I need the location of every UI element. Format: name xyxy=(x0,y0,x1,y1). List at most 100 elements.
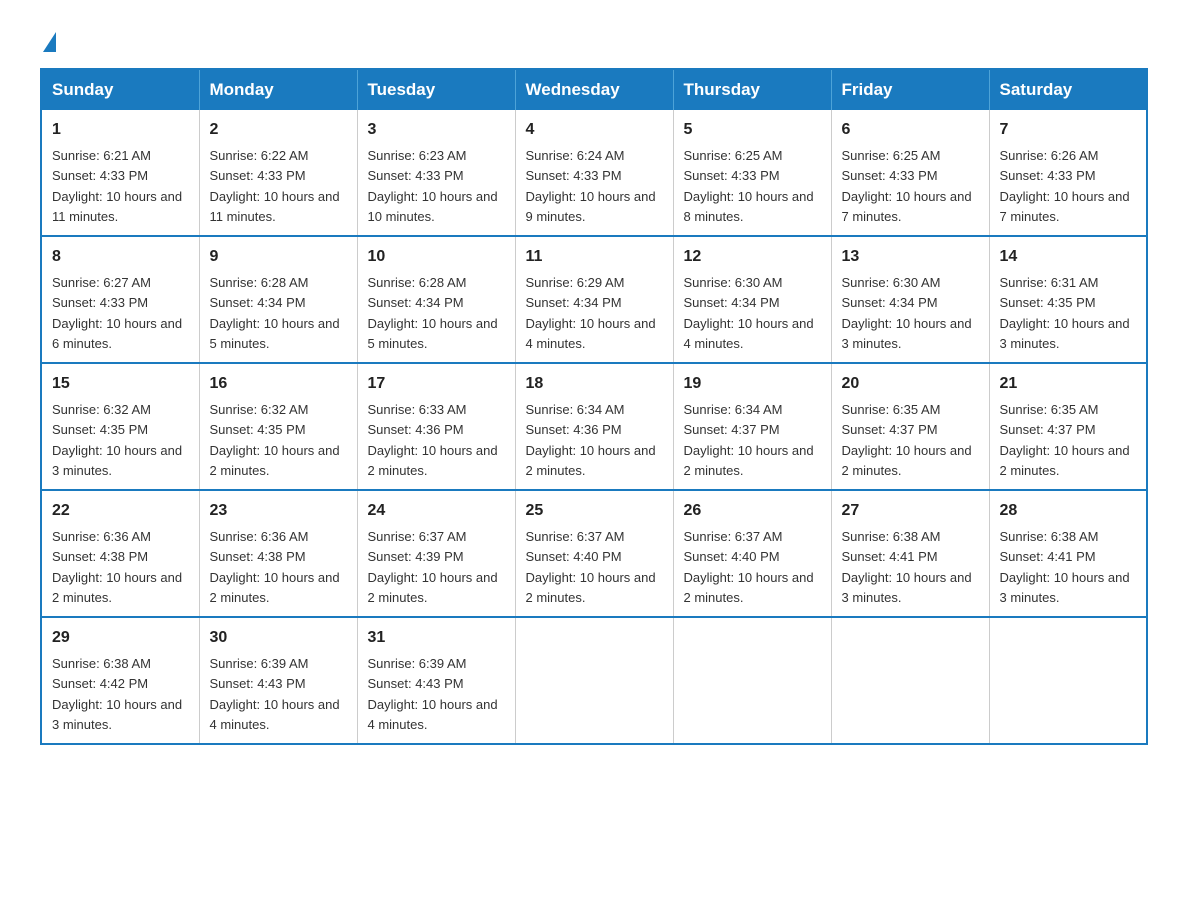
header-sunday: Sunday xyxy=(41,69,199,110)
day-info: Sunrise: 6:23 AMSunset: 4:33 PMDaylight:… xyxy=(368,148,498,224)
day-number: 10 xyxy=(368,245,505,269)
day-number: 30 xyxy=(210,626,347,650)
calendar-cell xyxy=(673,617,831,744)
day-number: 13 xyxy=(842,245,979,269)
day-number: 19 xyxy=(684,372,821,396)
calendar-cell: 28Sunrise: 6:38 AMSunset: 4:41 PMDayligh… xyxy=(989,490,1147,617)
week-row-3: 15 Sunrise: 6:32 AMSunset: 4:35 PMDayligh… xyxy=(41,363,1147,490)
day-info: Sunrise: 6:32 AMSunset: 4:35 PMDaylight:… xyxy=(210,402,340,478)
day-info: Sunrise: 6:29 AMSunset: 4:34 PMDaylight:… xyxy=(526,275,656,351)
day-info: Sunrise: 6:38 AMSunset: 4:42 PMDaylight:… xyxy=(52,656,182,732)
calendar-cell: 13 Sunrise: 6:30 AMSunset: 4:34 PMDayligh… xyxy=(831,236,989,363)
day-info: Sunrise: 6:39 AMSunset: 4:43 PMDaylight:… xyxy=(210,656,340,732)
day-info: Sunrise: 6:36 AMSunset: 4:38 PMDaylight:… xyxy=(52,529,182,605)
calendar-cell: 27 Sunrise: 6:38 AMSunset: 4:41 PMDayligh… xyxy=(831,490,989,617)
day-number: 1 xyxy=(52,118,189,142)
day-number: 20 xyxy=(842,372,979,396)
day-info: Sunrise: 6:24 AMSunset: 4:33 PMDaylight:… xyxy=(526,148,656,224)
day-number: 23 xyxy=(210,499,347,523)
day-number: 31 xyxy=(368,626,505,650)
day-info: Sunrise: 6:25 AMSunset: 4:33 PMDaylight:… xyxy=(684,148,814,224)
header-thursday: Thursday xyxy=(673,69,831,110)
week-row-1: 1 Sunrise: 6:21 AMSunset: 4:33 PMDaylight… xyxy=(41,110,1147,236)
logo xyxy=(40,30,56,48)
calendar-cell: 19Sunrise: 6:34 AMSunset: 4:37 PMDayligh… xyxy=(673,363,831,490)
day-info: Sunrise: 6:28 AMSunset: 4:34 PMDaylight:… xyxy=(368,275,498,351)
calendar-table: SundayMondayTuesdayWednesdayThursdayFrid… xyxy=(40,68,1148,745)
day-info: Sunrise: 6:33 AMSunset: 4:36 PMDaylight:… xyxy=(368,402,498,478)
day-info: Sunrise: 6:28 AMSunset: 4:34 PMDaylight:… xyxy=(210,275,340,351)
calendar-cell: 22Sunrise: 6:36 AMSunset: 4:38 PMDayligh… xyxy=(41,490,199,617)
day-number: 6 xyxy=(842,118,979,142)
day-info: Sunrise: 6:38 AMSunset: 4:41 PMDaylight:… xyxy=(1000,529,1130,605)
day-number: 11 xyxy=(526,245,663,269)
day-info: Sunrise: 6:39 AMSunset: 4:43 PMDaylight:… xyxy=(368,656,498,732)
day-info: Sunrise: 6:37 AMSunset: 4:40 PMDaylight:… xyxy=(526,529,656,605)
calendar-cell: 17 Sunrise: 6:33 AMSunset: 4:36 PMDayligh… xyxy=(357,363,515,490)
day-number: 17 xyxy=(368,372,505,396)
day-info: Sunrise: 6:30 AMSunset: 4:34 PMDaylight:… xyxy=(842,275,972,351)
day-number: 12 xyxy=(684,245,821,269)
header-saturday: Saturday xyxy=(989,69,1147,110)
day-info: Sunrise: 6:34 AMSunset: 4:36 PMDaylight:… xyxy=(526,402,656,478)
calendar-cell: 11 Sunrise: 6:29 AMSunset: 4:34 PMDayligh… xyxy=(515,236,673,363)
calendar-cell: 5 Sunrise: 6:25 AMSunset: 4:33 PMDaylight… xyxy=(673,110,831,236)
calendar-cell: 25 Sunrise: 6:37 AMSunset: 4:40 PMDayligh… xyxy=(515,490,673,617)
day-number: 15 xyxy=(52,372,189,396)
day-info: Sunrise: 6:37 AMSunset: 4:40 PMDaylight:… xyxy=(684,529,814,605)
day-info: Sunrise: 6:32 AMSunset: 4:35 PMDaylight:… xyxy=(52,402,182,478)
day-number: 7 xyxy=(1000,118,1137,142)
calendar-cell: 26 Sunrise: 6:37 AMSunset: 4:40 PMDayligh… xyxy=(673,490,831,617)
day-info: Sunrise: 6:26 AMSunset: 4:33 PMDaylight:… xyxy=(1000,148,1130,224)
day-number: 5 xyxy=(684,118,821,142)
calendar-cell: 2Sunrise: 6:22 AMSunset: 4:33 PMDaylight… xyxy=(199,110,357,236)
calendar-cell: 4 Sunrise: 6:24 AMSunset: 4:33 PMDaylight… xyxy=(515,110,673,236)
calendar-cell: 30 Sunrise: 6:39 AMSunset: 4:43 PMDayligh… xyxy=(199,617,357,744)
day-number: 16 xyxy=(210,372,347,396)
calendar-cell xyxy=(989,617,1147,744)
day-number: 8 xyxy=(52,245,189,269)
day-info: Sunrise: 6:36 AMSunset: 4:38 PMDaylight:… xyxy=(210,529,340,605)
calendar-cell: 16 Sunrise: 6:32 AMSunset: 4:35 PMDayligh… xyxy=(199,363,357,490)
day-number: 29 xyxy=(52,626,189,650)
day-number: 26 xyxy=(684,499,821,523)
calendar-cell xyxy=(831,617,989,744)
day-info: Sunrise: 6:25 AMSunset: 4:33 PMDaylight:… xyxy=(842,148,972,224)
day-info: Sunrise: 6:22 AMSunset: 4:33 PMDaylight:… xyxy=(210,148,340,224)
day-number: 4 xyxy=(526,118,663,142)
header-tuesday: Tuesday xyxy=(357,69,515,110)
day-number: 21 xyxy=(1000,372,1137,396)
day-number: 14 xyxy=(1000,245,1137,269)
calendar-cell: 6 Sunrise: 6:25 AMSunset: 4:33 PMDaylight… xyxy=(831,110,989,236)
page-header xyxy=(40,30,1148,48)
calendar-cell: 12 Sunrise: 6:30 AMSunset: 4:34 PMDayligh… xyxy=(673,236,831,363)
calendar-cell: 23 Sunrise: 6:36 AMSunset: 4:38 PMDayligh… xyxy=(199,490,357,617)
calendar-header: SundayMondayTuesdayWednesdayThursdayFrid… xyxy=(41,69,1147,110)
day-number: 3 xyxy=(368,118,505,142)
calendar-cell: 21Sunrise: 6:35 AMSunset: 4:37 PMDayligh… xyxy=(989,363,1147,490)
day-number: 27 xyxy=(842,499,979,523)
calendar-cell: 18 Sunrise: 6:34 AMSunset: 4:36 PMDayligh… xyxy=(515,363,673,490)
header-wednesday: Wednesday xyxy=(515,69,673,110)
calendar-cell: 10 Sunrise: 6:28 AMSunset: 4:34 PMDayligh… xyxy=(357,236,515,363)
calendar-cell: 1 Sunrise: 6:21 AMSunset: 4:33 PMDaylight… xyxy=(41,110,199,236)
day-number: 9 xyxy=(210,245,347,269)
day-info: Sunrise: 6:21 AMSunset: 4:33 PMDaylight:… xyxy=(52,148,182,224)
day-info: Sunrise: 6:38 AMSunset: 4:41 PMDaylight:… xyxy=(842,529,972,605)
calendar-cell: 8 Sunrise: 6:27 AMSunset: 4:33 PMDaylight… xyxy=(41,236,199,363)
calendar-cell: 20 Sunrise: 6:35 AMSunset: 4:37 PMDayligh… xyxy=(831,363,989,490)
calendar-cell: 15 Sunrise: 6:32 AMSunset: 4:35 PMDayligh… xyxy=(41,363,199,490)
day-number: 25 xyxy=(526,499,663,523)
calendar-cell: 31 Sunrise: 6:39 AMSunset: 4:43 PMDayligh… xyxy=(357,617,515,744)
day-info: Sunrise: 6:30 AMSunset: 4:34 PMDaylight:… xyxy=(684,275,814,351)
header-row: SundayMondayTuesdayWednesdayThursdayFrid… xyxy=(41,69,1147,110)
calendar-cell: 29 Sunrise: 6:38 AMSunset: 4:42 PMDayligh… xyxy=(41,617,199,744)
day-info: Sunrise: 6:35 AMSunset: 4:37 PMDaylight:… xyxy=(842,402,972,478)
calendar-cell: 7 Sunrise: 6:26 AMSunset: 4:33 PMDaylight… xyxy=(989,110,1147,236)
day-number: 18 xyxy=(526,372,663,396)
calendar-cell: 9 Sunrise: 6:28 AMSunset: 4:34 PMDaylight… xyxy=(199,236,357,363)
day-info: Sunrise: 6:27 AMSunset: 4:33 PMDaylight:… xyxy=(52,275,182,351)
day-info: Sunrise: 6:31 AMSunset: 4:35 PMDaylight:… xyxy=(1000,275,1130,351)
header-monday: Monday xyxy=(199,69,357,110)
calendar-body: 1 Sunrise: 6:21 AMSunset: 4:33 PMDaylight… xyxy=(41,110,1147,744)
